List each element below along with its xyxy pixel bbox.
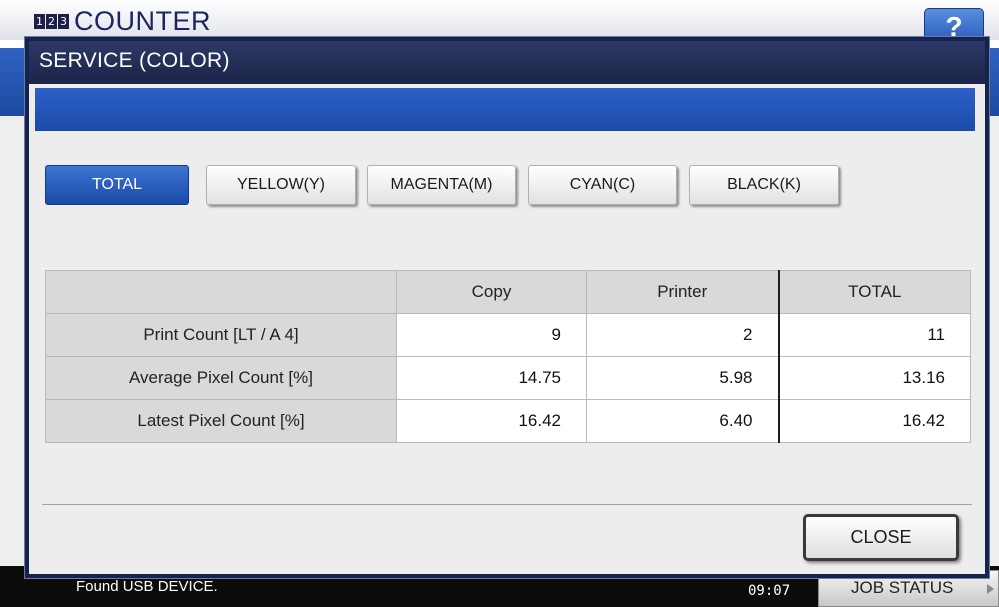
- arrow-right-icon: [987, 584, 994, 594]
- total-value: 16.42: [777, 399, 971, 443]
- tab-black[interactable]: BLACK(K): [689, 165, 839, 205]
- table-header-empty: [45, 270, 397, 314]
- badge-digit: 1: [34, 14, 45, 29]
- dialog-band: [35, 88, 975, 131]
- row-label: Print Count [LT / A 4]: [45, 313, 397, 357]
- row-label: Average Pixel Count [%]: [45, 356, 397, 400]
- row-label: Latest Pixel Count [%]: [45, 399, 397, 443]
- copy-value: 14.75: [396, 356, 587, 400]
- screen-title: COUNTER: [74, 6, 211, 36]
- close-button[interactable]: CLOSE: [803, 514, 959, 561]
- counter-table: Copy Printer TOTAL Print Count [LT / A 4…: [45, 270, 971, 443]
- counter-badge: 1 2 3: [34, 14, 69, 29]
- service-color-dialog: SERVICE (COLOR) TOTAL YELLOW(Y) MAGENTA(…: [25, 37, 989, 578]
- divider: [42, 504, 972, 505]
- printer-value: 5.98: [586, 356, 779, 400]
- badge-digit: 2: [46, 14, 57, 29]
- table-header-total: TOTAL: [777, 270, 971, 314]
- table-row: Print Count [LT / A 4] 9 2 11: [45, 313, 971, 357]
- job-status-label: JOB STATUS: [851, 578, 954, 597]
- copy-value: 16.42: [396, 399, 587, 443]
- tab-cyan[interactable]: CYAN(C): [528, 165, 677, 205]
- table-header-copy: Copy: [396, 270, 587, 314]
- table-header-printer: Printer: [586, 270, 779, 314]
- total-value: 13.16: [777, 356, 971, 400]
- tab-total[interactable]: TOTAL: [45, 165, 189, 205]
- printer-value: 6.40: [586, 399, 779, 443]
- total-value: 11: [777, 313, 971, 357]
- tab-magenta[interactable]: MAGENTA(M): [367, 165, 516, 205]
- dialog-title: SERVICE (COLOR): [29, 41, 985, 84]
- table-header-row: Copy Printer TOTAL: [45, 270, 971, 314]
- table-row: Average Pixel Count [%] 14.75 5.98 13.16: [45, 356, 971, 400]
- table-row: Latest Pixel Count [%] 16.42 6.40 16.42: [45, 399, 971, 443]
- badge-digit: 3: [58, 14, 69, 29]
- printer-value: 2: [586, 313, 779, 357]
- status-message: Found USB DEVICE.: [76, 578, 218, 595]
- clock: 09:07: [748, 583, 791, 599]
- copy-value: 9: [396, 313, 587, 357]
- tab-yellow[interactable]: YELLOW(Y): [206, 165, 356, 205]
